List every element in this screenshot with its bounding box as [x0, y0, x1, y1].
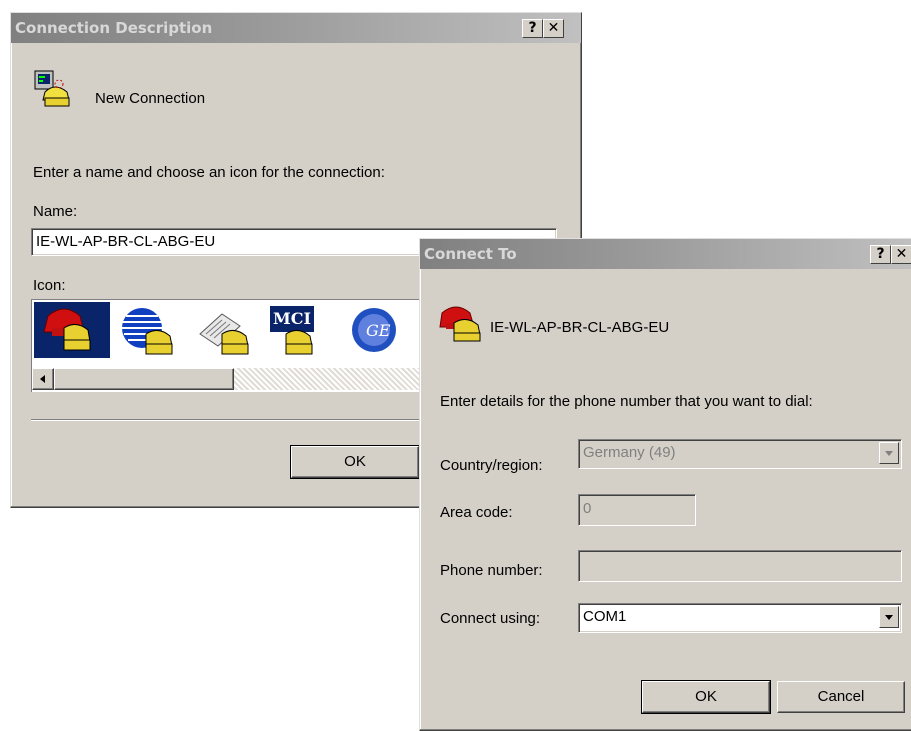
close-button[interactable]: ✕	[891, 245, 911, 264]
ge-phone-icon[interactable]: GE	[344, 304, 414, 358]
globe-phone-icon[interactable]	[116, 304, 186, 358]
connect-to-titlebar[interactable]: Connect To	[420, 239, 911, 269]
area-code-label: Area code:	[440, 504, 513, 521]
instruction-text: Enter a name and choose an icon for the …	[33, 164, 385, 181]
cancel-button[interactable]: Cancel	[777, 681, 905, 713]
ok-button[interactable]: OK	[641, 680, 771, 714]
connection-name-label: New Connection	[95, 90, 206, 107]
fax-phone-icon[interactable]	[192, 304, 262, 358]
phone-number-label: Phone number:	[440, 562, 543, 579]
connection-description-titlebar[interactable]: Connection Description	[11, 13, 581, 43]
country-region-value: Germany (49)	[583, 444, 676, 461]
area-code-input[interactable]: 0	[578, 494, 696, 526]
instruction-text: Enter details for the phone number that …	[440, 393, 813, 410]
icon-list-scrollbar[interactable]	[32, 368, 427, 390]
country-region-select[interactable]: Germany (49)	[578, 439, 902, 469]
name-label: Name:	[33, 203, 78, 220]
icon-item-red-phone[interactable]	[34, 302, 110, 358]
phone-number-input[interactable]	[578, 550, 902, 582]
connect-using-value: COM1	[583, 608, 627, 625]
computer-phone-icon	[34, 70, 70, 107]
dropdown-arrow-icon[interactable]	[879, 442, 899, 464]
dialog-title: Connect To	[424, 245, 517, 263]
red-phone-icon	[43, 308, 91, 351]
icon-list[interactable]: MCI GE	[31, 299, 427, 392]
scroll-thumb[interactable]	[54, 368, 234, 390]
help-button[interactable]: ?	[522, 19, 543, 38]
country-region-label: Country/region:	[440, 457, 543, 474]
svg-text:GE: GE	[366, 321, 391, 340]
scroll-left-button[interactable]	[32, 368, 54, 390]
dropdown-arrow-icon[interactable]	[879, 606, 899, 628]
connect-using-label: Connect using:	[440, 610, 541, 627]
ok-button[interactable]: OK	[290, 445, 420, 479]
help-button[interactable]: ?	[870, 245, 891, 264]
icon-item-mci[interactable]: MCI	[268, 304, 338, 358]
close-button[interactable]: ✕	[543, 19, 564, 38]
dialog-title: Connection Description	[15, 19, 213, 37]
connection-name-label: IE-WL-AP-BR-CL-ABG-EU	[490, 319, 670, 336]
left-arrow-icon	[40, 375, 45, 383]
icon-label: Icon:	[33, 277, 66, 294]
connect-to-dialog: Connect To ? ✕ IE-WL-AP-BR-CL-ABG-EU Ent…	[419, 238, 911, 731]
mci-phone-icon	[285, 330, 313, 355]
connect-using-select[interactable]: COM1	[578, 603, 902, 633]
red-phone-icon	[439, 306, 481, 342]
